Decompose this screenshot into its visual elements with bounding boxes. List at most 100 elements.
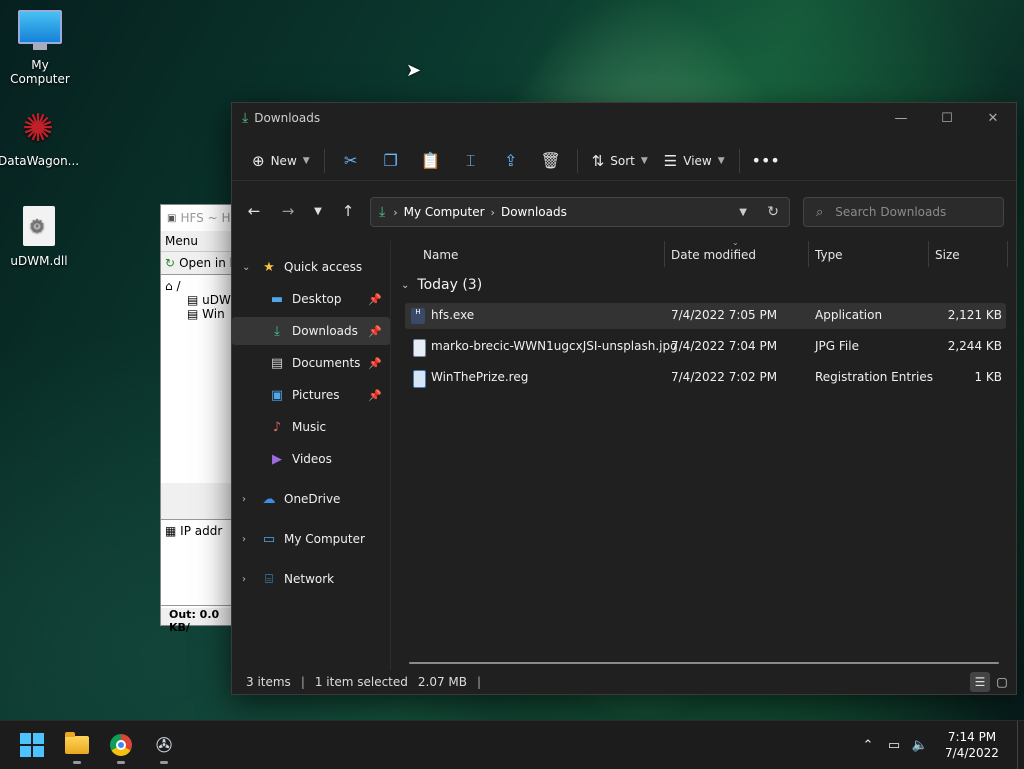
desktop-icon: ▬ — [270, 291, 284, 307]
file-row[interactable]: H hfs.exe 7/4/2022 7:05 PM Application 2… — [405, 303, 1006, 329]
sidebar-item-onedrive[interactable]: › ☁ OneDrive — [232, 485, 390, 513]
address-bar[interactable]: ⤓ › My Computer › Downloads ▼ ↻ — [370, 197, 790, 227]
new-button[interactable]: ⊕ New ▼ — [244, 145, 318, 177]
cut-button[interactable]: ✂ — [331, 145, 371, 177]
refresh-arrow-icon: ↻ — [165, 256, 176, 270]
share-button[interactable]: ⇪ — [491, 145, 531, 177]
desktop-icon-label: My Computer — [10, 58, 70, 86]
view-button[interactable]: ☰ View ▼ — [656, 145, 733, 177]
file-row[interactable]: marko-brecic-WWN1ugcxJSI-unsplash.jpg 7/… — [405, 334, 1006, 360]
monitor-icon — [18, 10, 62, 54]
hfs-app-icon: ✇ — [155, 733, 173, 757]
folder-icon — [65, 732, 89, 754]
sidebar-item-desktop[interactable]: ▬ Desktop 📌 — [232, 285, 390, 313]
taskbar-hfs[interactable]: ✇ — [148, 729, 180, 764]
column-header-name[interactable]: Name — [423, 248, 458, 262]
paste-button[interactable]: 📋 — [411, 145, 451, 177]
show-desktop-button[interactable] — [1017, 721, 1024, 769]
tiles-view-icon: ▢ — [996, 675, 1008, 689]
pin-icon[interactable]: 📌 — [368, 325, 382, 338]
sort-button[interactable]: ⇅ Sort ▼ — [584, 145, 656, 177]
sidebar-label: My Computer — [284, 532, 365, 546]
explorer-titlebar[interactable]: ⤓ Downloads — ☐ ✕ — [232, 103, 1016, 133]
search-input[interactable] — [833, 204, 988, 220]
maximize-button[interactable]: ☐ — [924, 103, 970, 133]
desktop-icon-label: DataWagon... — [0, 154, 80, 168]
delete-button[interactable]: 🗑 — [531, 145, 571, 177]
start-button[interactable] — [16, 729, 48, 761]
file-name: marko-brecic-WWN1ugcxJSI-unsplash.jpg — [431, 339, 678, 353]
hfs-open-label: Open in b — [179, 256, 238, 270]
sidebar-item-videos[interactable]: ▶ Videos — [232, 445, 390, 473]
taskbar-file-explorer[interactable] — [61, 729, 93, 764]
chevron-down-icon: ▼ — [302, 155, 310, 166]
network-status-icon[interactable]: ▭ — [881, 738, 907, 753]
sidebar-item-pictures[interactable]: ▣ Pictures 📌 — [232, 381, 390, 409]
registry-file-icon — [413, 370, 426, 388]
desktop-icon-my-computer[interactable]: My Computer — [0, 10, 80, 86]
ellipsis-icon: ••• — [751, 151, 780, 170]
volume-icon[interactable]: 🔈 — [907, 738, 933, 753]
status-bar: 3 items | 1 item selected 2.07 MB | ☰ ▢ — [232, 670, 1016, 694]
back-button[interactable]: ← — [240, 197, 268, 225]
hfs-menu-button[interactable]: Menu — [165, 234, 198, 248]
breadcrumb-my-computer[interactable]: My Computer — [404, 205, 485, 219]
pin-icon[interactable]: 📌 — [368, 293, 382, 306]
address-dropdown-icon[interactable]: ▼ — [739, 207, 747, 218]
details-view-button[interactable]: ☰ — [970, 672, 990, 692]
minimize-button[interactable]: — — [878, 103, 924, 133]
arrow-up-icon: ↑ — [341, 202, 355, 220]
hfs-open-in-browser[interactable]: ↻ Open in b — [161, 252, 241, 274]
sidebar-item-music[interactable]: ♪ Music — [232, 413, 390, 441]
show-hidden-icons-chevron-up-icon[interactable]: ⌃ — [855, 738, 881, 753]
refresh-icon[interactable]: ↻ — [767, 204, 779, 220]
sidebar-item-documents[interactable]: ▤ Documents 📌 — [232, 349, 390, 377]
taskbar-chrome[interactable] — [105, 729, 137, 764]
column-header-size[interactable]: Size — [935, 248, 960, 262]
hfs-app-icon: ▣ — [167, 212, 177, 224]
up-button[interactable]: ↑ — [334, 197, 362, 225]
group-header-today[interactable]: ⌄ Today (3) — [401, 277, 482, 293]
chevron-down-icon: ⌄ — [242, 261, 251, 273]
pin-icon[interactable]: 📌 — [368, 389, 382, 402]
sidebar-label: Network — [284, 572, 335, 586]
column-header-type[interactable]: Type — [815, 248, 843, 262]
hfs-status: Out: 0.0 KB/ — [161, 605, 241, 634]
close-button[interactable]: ✕ — [970, 103, 1016, 133]
rename-button[interactable]: ⌶ — [451, 145, 491, 177]
tiles-view-button[interactable]: ▢ — [992, 672, 1012, 692]
download-arrow-icon: ⤓ — [274, 323, 280, 339]
search-box[interactable]: ⌕ — [803, 197, 1004, 227]
windows-logo-icon — [20, 733, 44, 757]
sidebar-item-network[interactable]: › ⌸ Network — [232, 565, 390, 593]
sidebar-item-quick-access[interactable]: ⌄ ★ Quick access — [232, 253, 390, 281]
tree-item[interactable]: uDW — [202, 293, 231, 307]
horizontal-scrollbar[interactable] — [409, 662, 999, 664]
desktop-icon-udwm-dll[interactable]: uDWM.dll — [0, 206, 79, 268]
tree-item[interactable]: Win — [202, 307, 225, 321]
desktop-icon-datawagon[interactable]: ✺ DataWagon... — [0, 106, 80, 168]
sidebar-item-my-computer[interactable]: › ▭ My Computer — [232, 525, 390, 553]
recent-locations-button[interactable]: ▼ — [304, 197, 332, 225]
command-bar: ⊕ New ▼ ✂ ❐ 📋 ⌶ ⇪ 🗑 ⇅ Sort ▼ ☰ View ▼ ••… — [232, 141, 1016, 181]
forward-button[interactable]: → — [274, 197, 302, 225]
selection-count: 1 item selected — [314, 675, 408, 689]
hfs-file-tree[interactable]: ⌂ / ▤ uDW ▤ Win — [161, 274, 241, 483]
chevron-down-icon: ▼ — [717, 155, 725, 166]
sort-arrows-icon: ⇅ — [591, 151, 605, 170]
more-options-button[interactable]: ••• — [746, 145, 786, 177]
chevron-right-icon: › — [242, 493, 246, 505]
breadcrumb-downloads[interactable]: Downloads — [501, 205, 567, 219]
hfs-window[interactable]: ▣ HFS ~ H Menu ↻ Open in b ⌂ / ▤ uDW ▤ W… — [160, 204, 242, 634]
explorer-window[interactable]: ⤓ Downloads — ☐ ✕ ⊕ New ▼ ✂ ❐ 📋 ⌶ ⇪ 🗑 ⇅ … — [231, 102, 1017, 695]
copy-button[interactable]: ❐ — [371, 145, 411, 177]
column-header-date[interactable]: Date modified — [671, 248, 756, 262]
pin-icon[interactable]: 📌 — [368, 357, 382, 370]
file-type: JPG File — [815, 339, 859, 353]
file-type: Registration Entries — [815, 370, 933, 384]
clock[interactable]: 7:14 PM 7/4/2022 — [933, 729, 1011, 761]
file-row[interactable]: WinThePrize.reg 7/4/2022 7:02 PM Registr… — [405, 365, 1006, 391]
sidebar-item-downloads[interactable]: ⤓ Downloads 📌 — [232, 317, 390, 345]
copy-icon: ❐ — [383, 151, 398, 170]
navigation-pane: ⌄ ★ Quick access ▬ Desktop 📌 ⤓ Downloads… — [232, 241, 391, 670]
